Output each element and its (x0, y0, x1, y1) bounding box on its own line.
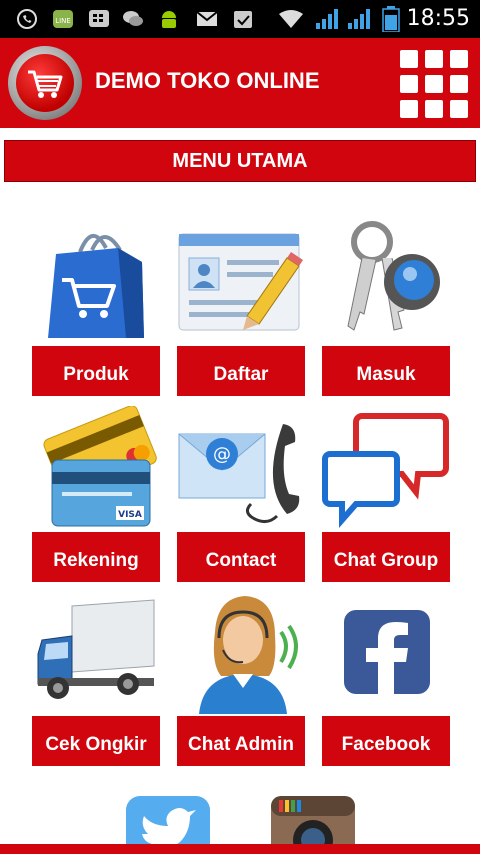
shopping-cart-icon[interactable] (8, 46, 82, 120)
credit-card-icon: VISA (43, 406, 157, 527)
menu-item-masuk[interactable]: Masuk (322, 220, 450, 396)
menu-item-produk[interactable]: Produk (32, 220, 160, 396)
instagram-icon (271, 796, 355, 844)
line-icon: LINE (53, 10, 73, 28)
app-header: DEMO TOKO ONLINE (0, 38, 480, 128)
menu-title: MENU UTAMA (4, 140, 476, 182)
wifi-icon (279, 10, 303, 28)
svg-text:VISA: VISA (118, 510, 142, 520)
menu-item-chat-admin[interactable]: Chat Admin (177, 592, 305, 766)
svg-text:LINE: LINE (55, 17, 71, 25)
menu-item-label: Masuk (322, 346, 450, 396)
delivery-truck-icon (37, 599, 155, 699)
shopping-bag-icon (48, 234, 144, 338)
menu-item-label: Cek Ongkir (32, 716, 160, 766)
battery-icon (382, 6, 400, 32)
chat-bubbles-icon (123, 11, 143, 26)
facebook-icon (344, 610, 430, 694)
mail-icon (196, 11, 218, 26)
customer-service-icon (199, 596, 298, 714)
email-phone-icon: @ (178, 424, 300, 523)
menu-item-contact[interactable]: @ Contact (177, 406, 305, 582)
menu-item-label: Daftar (177, 346, 305, 396)
signal-icon (316, 9, 338, 29)
status-bar: LINE 18:55 (0, 0, 480, 38)
clipboard-icon (234, 11, 252, 28)
menu-item-instagram[interactable] (249, 790, 377, 844)
clock: 18:55 (406, 6, 470, 31)
app-title: DEMO TOKO ONLINE (95, 68, 320, 93)
bottom-bar (0, 844, 480, 854)
menu-item-rekening[interactable]: VISA Rekening (32, 406, 160, 582)
signal-icon (348, 9, 370, 29)
registration-form-icon (178, 233, 303, 331)
menu-item-facebook[interactable]: Facebook (322, 592, 450, 766)
menu-item-cek-ongkir[interactable]: Cek Ongkir (32, 592, 160, 766)
bbm-icon (89, 10, 109, 27)
menu-item-label: Rekening (32, 532, 160, 582)
menu-item-label: Facebook (322, 716, 450, 766)
android-icon (162, 11, 176, 28)
whatsapp-icon (17, 9, 37, 29)
keys-icon (347, 221, 440, 331)
twitter-icon (126, 796, 210, 844)
menu-item-twitter[interactable] (104, 790, 232, 844)
menu-item-label: Chat Group (322, 532, 450, 582)
menu-item-label: Chat Admin (177, 716, 305, 766)
speech-bubbles-icon (322, 413, 449, 528)
grid-menu-icon[interactable] (400, 50, 468, 118)
menu-item-label: Produk (32, 346, 160, 396)
svg-text:@: @ (213, 444, 231, 465)
menu-item-daftar[interactable]: Daftar (177, 220, 305, 396)
menu-item-label: Contact (177, 532, 305, 582)
menu-item-chat-group[interactable]: Chat Group (322, 406, 450, 582)
